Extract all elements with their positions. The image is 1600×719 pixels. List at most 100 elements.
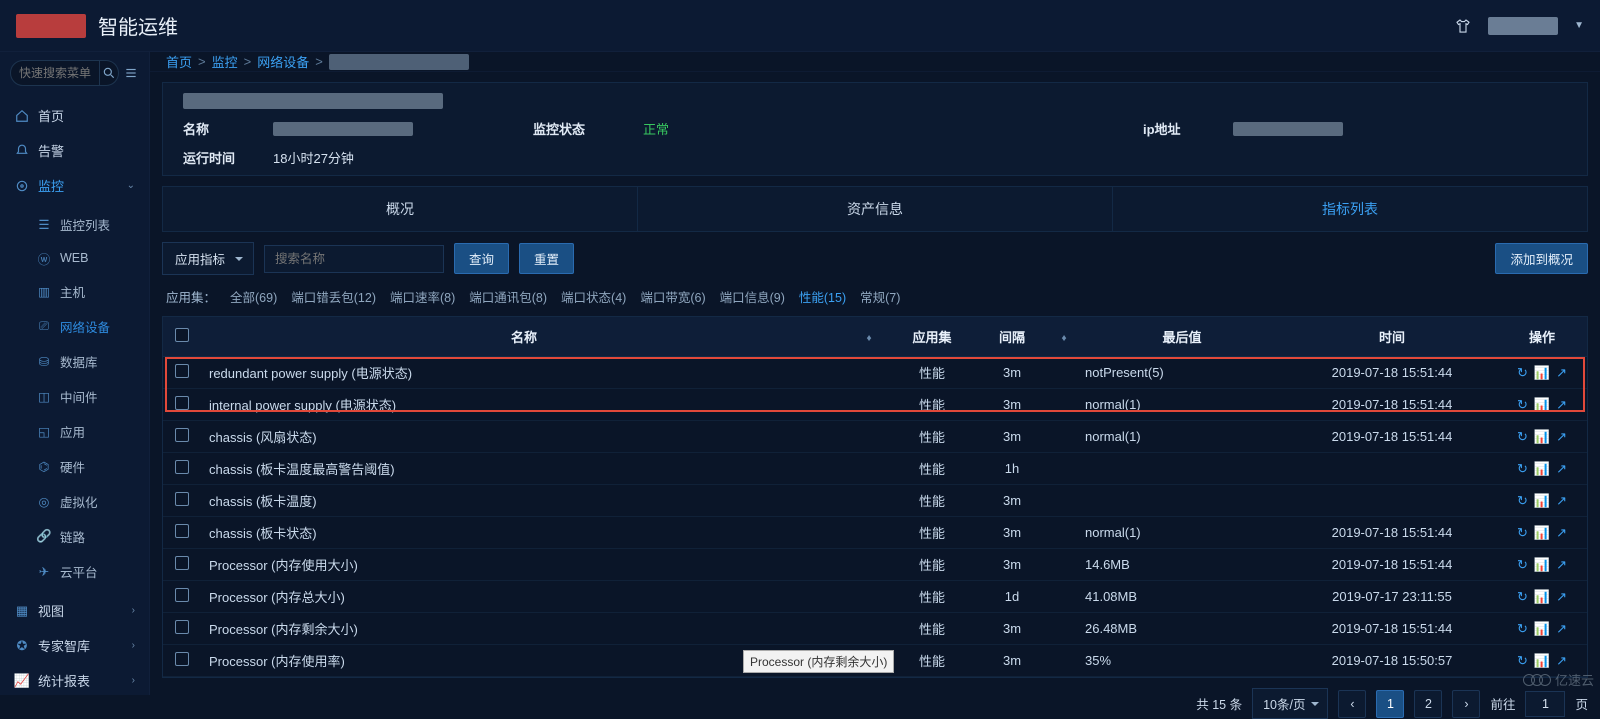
- sidebar-item-middleware[interactable]: ◫中间件: [0, 379, 149, 414]
- appset-tag[interactable]: 端口带宽(6): [640, 287, 705, 306]
- chart-action-icon[interactable]: 📊: [1534, 525, 1550, 541]
- row-checkbox[interactable]: [175, 492, 189, 506]
- sidebar-item-cloud[interactable]: ✈云平台: [0, 554, 149, 589]
- sidebar-item-virt[interactable]: ◎虚拟化: [0, 484, 149, 519]
- sidebar-item-monitor-list[interactable]: ☰监控列表: [0, 207, 149, 242]
- open-action-icon[interactable]: ↗: [1556, 525, 1567, 541]
- table-row[interactable]: Processor (内存总大小)性能1d41.08MB2019-07-17 2…: [163, 581, 1587, 613]
- row-checkbox[interactable]: [175, 396, 189, 410]
- page-size-select[interactable]: 10条/页: [1252, 688, 1328, 719]
- row-checkbox[interactable]: [175, 364, 189, 378]
- table-row[interactable]: chassis (板卡状态)性能3mnormal(1)2019-07-18 15…: [163, 517, 1587, 549]
- chart-action-icon[interactable]: 📊: [1534, 621, 1550, 637]
- tab-metrics[interactable]: 指标列表: [1113, 187, 1587, 231]
- chart-action-icon[interactable]: 📊: [1534, 653, 1550, 669]
- refresh-action-icon[interactable]: ↻: [1517, 653, 1528, 669]
- breadcrumb-netdev[interactable]: 网络设备: [257, 52, 309, 71]
- table-row[interactable]: chassis (板卡温度最高警告阈值)性能1h↻📊↗: [163, 453, 1587, 485]
- open-action-icon[interactable]: ↗: [1556, 621, 1567, 637]
- page-1-button[interactable]: 1: [1376, 690, 1404, 718]
- chart-action-icon[interactable]: 📊: [1534, 589, 1550, 605]
- open-action-icon[interactable]: ↗: [1556, 493, 1567, 509]
- appset-tag[interactable]: 端口速率(8): [390, 287, 455, 306]
- theme-icon[interactable]: [1454, 17, 1472, 35]
- appset-tag[interactable]: 性能(15): [799, 287, 846, 306]
- sidebar-item-db[interactable]: ⛁数据库: [0, 344, 149, 379]
- chevron-down-icon[interactable]: ▼: [1574, 20, 1584, 31]
- reset-button[interactable]: 重置: [519, 243, 574, 274]
- col-name[interactable]: 名称: [511, 330, 537, 345]
- sidebar-item-view[interactable]: ▦视图›: [0, 593, 149, 628]
- refresh-action-icon[interactable]: ↻: [1517, 525, 1528, 541]
- open-action-icon[interactable]: ↗: [1556, 589, 1567, 605]
- appset-tag[interactable]: 端口错丢包(12): [291, 287, 376, 306]
- chart-action-icon[interactable]: 📊: [1534, 557, 1550, 573]
- col-appset[interactable]: 应用集: [912, 330, 951, 345]
- table-row[interactable]: Processor (内存剩余大小)性能3m26.48MB2019-07-18 …: [163, 613, 1587, 645]
- row-checkbox[interactable]: [175, 428, 189, 442]
- refresh-action-icon[interactable]: ↻: [1517, 589, 1528, 605]
- sidebar-item-monitor[interactable]: 监控⌄: [0, 168, 149, 203]
- row-checkbox[interactable]: [175, 460, 189, 474]
- refresh-action-icon[interactable]: ↻: [1517, 621, 1528, 637]
- open-action-icon[interactable]: ↗: [1556, 461, 1567, 477]
- row-checkbox[interactable]: [175, 588, 189, 602]
- sidebar-item-hardware[interactable]: ⌬硬件: [0, 449, 149, 484]
- open-action-icon[interactable]: ↗: [1556, 397, 1567, 413]
- table-row[interactable]: chassis (板卡温度)性能3m↻📊↗: [163, 485, 1587, 517]
- table-row[interactable]: chassis (风扇状态)性能3mnormal(1)2019-07-18 15…: [163, 421, 1587, 453]
- sidebar-item-host[interactable]: ▥主机: [0, 274, 149, 309]
- row-checkbox[interactable]: [175, 524, 189, 538]
- sort-icon[interactable]: ♦: [866, 333, 871, 344]
- tab-asset[interactable]: 资产信息: [638, 187, 1113, 231]
- breadcrumb-home[interactable]: 首页: [166, 52, 192, 71]
- row-checkbox[interactable]: [175, 556, 189, 570]
- sidebar-item-app[interactable]: ◱应用: [0, 414, 149, 449]
- appset-tag[interactable]: 全部(69): [230, 287, 277, 306]
- refresh-action-icon[interactable]: ↻: [1517, 461, 1528, 477]
- chart-action-icon[interactable]: 📊: [1534, 429, 1550, 445]
- user-menu[interactable]: [1488, 17, 1558, 35]
- next-page-button[interactable]: ›: [1452, 690, 1480, 718]
- refresh-action-icon[interactable]: ↻: [1517, 429, 1528, 445]
- sidebar-search-input[interactable]: [10, 60, 100, 86]
- prev-page-button[interactable]: ‹: [1338, 690, 1366, 718]
- breadcrumb-monitor[interactable]: 监控: [212, 52, 238, 71]
- table-row[interactable]: Processor (内存使用大小)性能3m14.6MB2019-07-18 1…: [163, 549, 1587, 581]
- appset-tag[interactable]: 常规(7): [860, 287, 900, 306]
- open-action-icon[interactable]: ↗: [1556, 653, 1567, 669]
- sidebar-item-report[interactable]: 📈统计报表›: [0, 663, 149, 695]
- sort-icon[interactable]: ♦: [1061, 333, 1066, 344]
- chart-action-icon[interactable]: 📊: [1534, 397, 1550, 413]
- select-all-checkbox[interactable]: [175, 328, 189, 342]
- col-last[interactable]: 最后值: [1162, 330, 1201, 345]
- col-time[interactable]: 时间: [1379, 330, 1405, 345]
- sidebar-item-expert[interactable]: ✪专家智库›: [0, 628, 149, 663]
- open-action-icon[interactable]: ↗: [1556, 557, 1567, 573]
- appset-tag[interactable]: 端口通讯包(8): [469, 287, 547, 306]
- goto-page-input[interactable]: [1525, 691, 1565, 717]
- page-2-button[interactable]: 2: [1414, 690, 1442, 718]
- col-interval[interactable]: 间隔: [999, 330, 1025, 345]
- sidebar-item-alarm[interactable]: 告警: [0, 133, 149, 168]
- refresh-action-icon[interactable]: ↻: [1517, 365, 1528, 381]
- query-button[interactable]: 查询: [454, 243, 509, 274]
- table-row[interactable]: redundant power supply (电源状态)性能3mnotPres…: [163, 357, 1587, 389]
- open-action-icon[interactable]: ↗: [1556, 365, 1567, 381]
- refresh-action-icon[interactable]: ↻: [1517, 493, 1528, 509]
- sidebar-item-home[interactable]: 首页: [0, 98, 149, 133]
- sidebar-search-button[interactable]: [100, 60, 119, 86]
- row-checkbox[interactable]: [175, 652, 189, 666]
- sidebar-item-netdev[interactable]: ⎚网络设备: [0, 309, 149, 344]
- row-checkbox[interactable]: [175, 620, 189, 634]
- table-row[interactable]: internal power supply (电源状态)性能3mnormal(1…: [163, 389, 1587, 421]
- appset-tag[interactable]: 端口信息(9): [720, 287, 785, 306]
- open-action-icon[interactable]: ↗: [1556, 429, 1567, 445]
- sidebar-item-web[interactable]: ⓦWEB: [0, 242, 149, 274]
- refresh-action-icon[interactable]: ↻: [1517, 557, 1528, 573]
- sidebar-item-link[interactable]: 🔗链路: [0, 519, 149, 554]
- tab-overview[interactable]: 概况: [163, 187, 638, 231]
- filter-type-dropdown[interactable]: 应用指标: [162, 242, 254, 275]
- refresh-action-icon[interactable]: ↻: [1517, 397, 1528, 413]
- chart-action-icon[interactable]: 📊: [1534, 461, 1550, 477]
